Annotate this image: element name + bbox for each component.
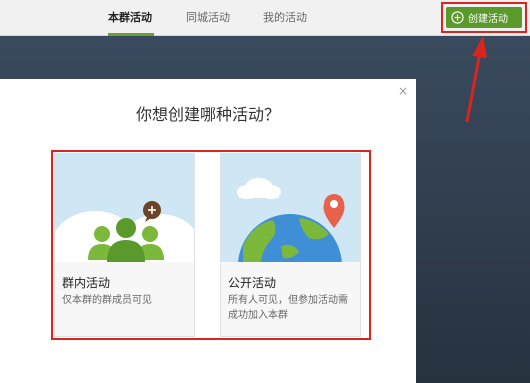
card-group-event-title: 群内活动 xyxy=(62,276,111,290)
close-icon[interactable]: × xyxy=(398,84,408,98)
dialog-title: 你想创建哪种活动？ xyxy=(135,105,280,124)
create-event-button[interactable]: 创建活动 xyxy=(446,7,522,28)
create-button-highlight: 创建活动 xyxy=(441,2,527,33)
top-nav-bar: 本群活动 同城活动 我的活动 创建活动 xyxy=(0,0,530,36)
card-public-event-title: 公开活动 xyxy=(228,276,277,290)
tab-my-events[interactable]: 我的活动 xyxy=(263,9,307,25)
tab-city-events[interactable]: 同城活动 xyxy=(186,9,230,25)
card-public-event[interactable]: 公开活动 所有人可见，但参加活动需成功加入本群 xyxy=(220,153,361,337)
card-group-event[interactable]: 群内活动 仅本群的群成员可见 xyxy=(54,153,195,337)
group-members-illustration xyxy=(55,154,194,262)
tab-group-events[interactable]: 本群活动 xyxy=(108,9,152,25)
globe-illustration xyxy=(221,154,360,262)
card-group-event-desc: 仅本群的群成员可见 xyxy=(62,295,152,306)
plus-circle-icon xyxy=(451,11,464,24)
create-event-label: 创建活动 xyxy=(468,14,508,25)
card-public-event-desc: 所有人可见，但参加活动需成功加入本群 xyxy=(228,295,348,321)
